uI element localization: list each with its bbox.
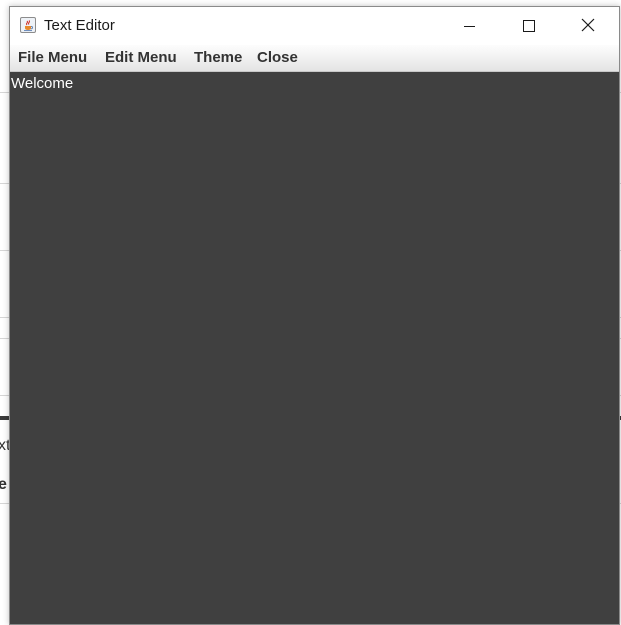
close-button[interactable] <box>560 7 618 45</box>
minimize-icon <box>464 26 475 27</box>
text-area[interactable]: Welcome <box>10 72 619 624</box>
window-title: Text Editor <box>44 17 115 34</box>
maximize-button[interactable] <box>500 7 558 45</box>
maximize-icon <box>523 20 535 32</box>
editor-content: Welcome <box>11 75 74 92</box>
text-editor-window: Text Editor File Menu Edit Menu Theme Cl… <box>9 6 620 625</box>
background-text-fragment: e <box>0 476 7 493</box>
java-cup-icon <box>20 17 36 33</box>
menu-close[interactable]: Close <box>257 49 298 66</box>
title-bar[interactable]: Text Editor <box>10 7 619 45</box>
menu-bar: File Menu Edit Menu Theme Close <box>10 45 619 72</box>
close-icon <box>581 18 595 32</box>
menu-file[interactable]: File Menu <box>18 49 87 66</box>
minimize-button[interactable] <box>440 7 498 45</box>
menu-theme[interactable]: Theme <box>194 49 242 66</box>
menu-edit[interactable]: Edit Menu <box>105 49 177 66</box>
